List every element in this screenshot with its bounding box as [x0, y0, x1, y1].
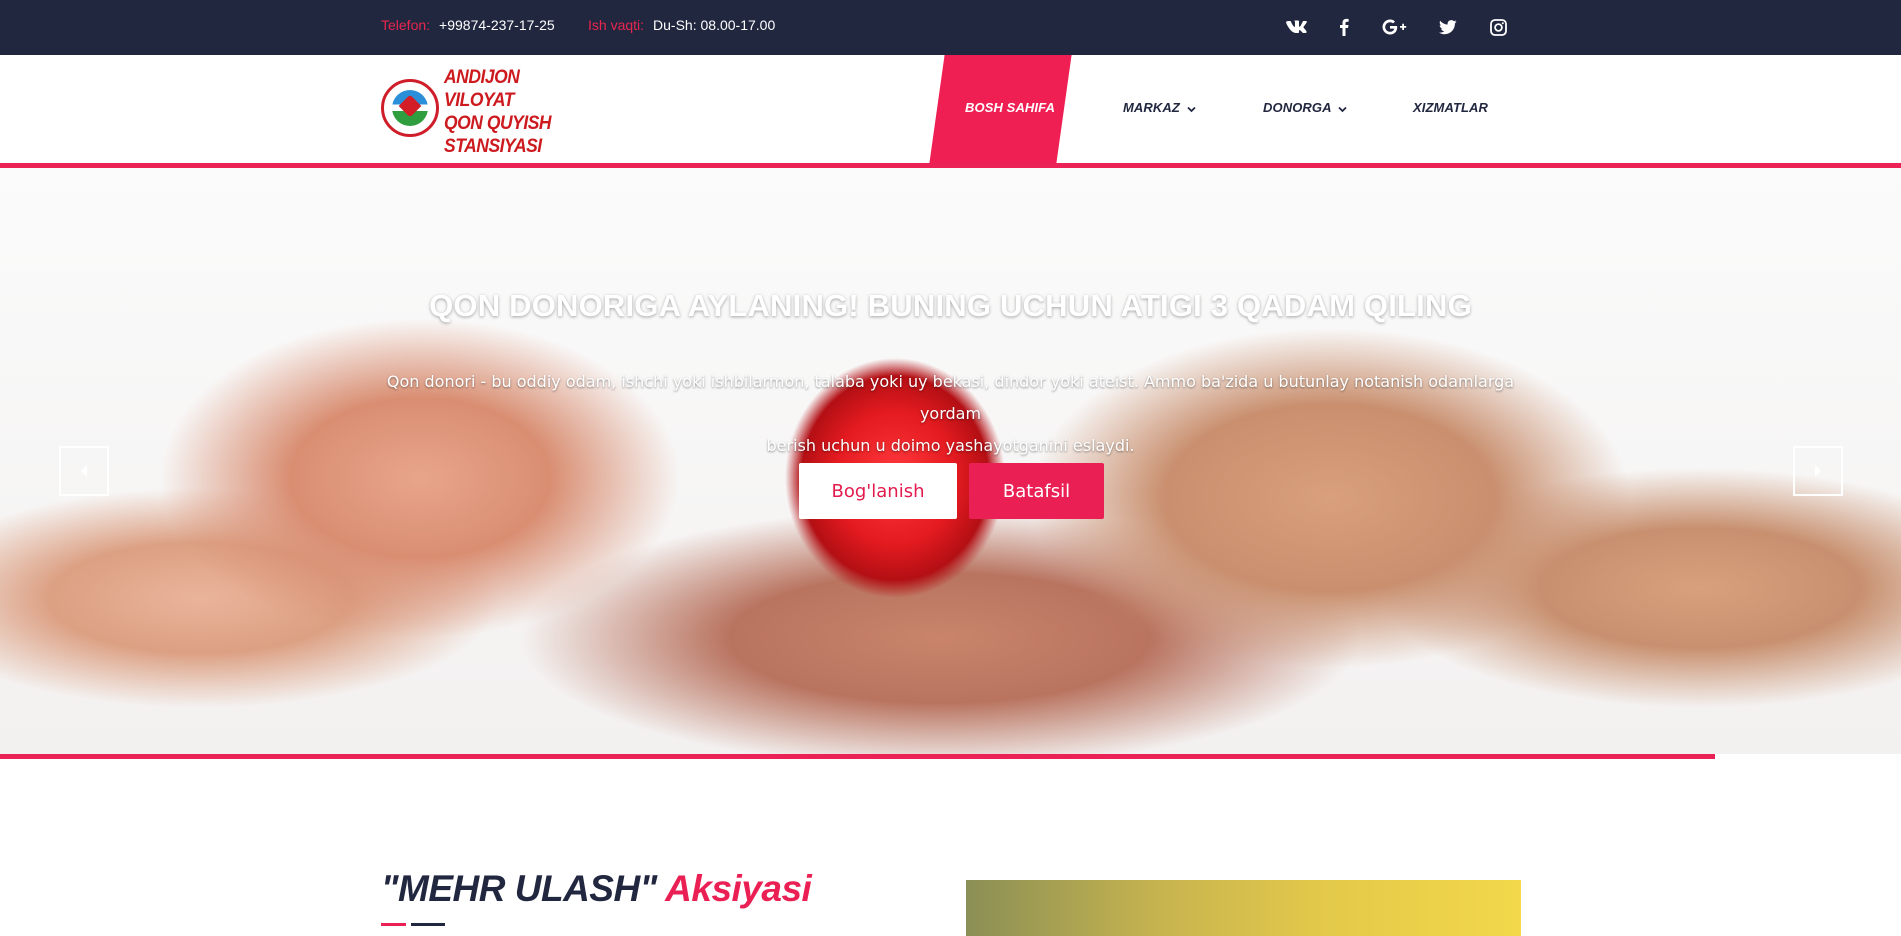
title-underline [411, 923, 445, 926]
hours-label: Ish vaqti: [588, 17, 645, 33]
slider-next-button[interactable] [1793, 446, 1843, 496]
hero-slider: QON DONORIGA AYLANING! BUNING UCHUN ATIG… [0, 168, 1901, 754]
hero-text-line-1: Qon donori - bu oddiy odam, ishchi yoki … [386, 372, 1515, 423]
chevron-down-icon [1184, 104, 1196, 115]
slider-prev-button[interactable] [59, 446, 109, 496]
nav-home[interactable]: BOSH SAHIFA [965, 100, 1055, 115]
nav-xizmatlar[interactable]: XIZMATLAR [1413, 100, 1488, 115]
phone-value[interactable]: +99874-237-17-25 [439, 17, 555, 33]
nav-markaz[interactable]: MARKAZ [1123, 100, 1196, 115]
site-header: ANDIJON VILOYAT QON QUYISH STANSIYASI BO… [0, 55, 1901, 163]
section-title-accent: Aksiyasi [665, 868, 812, 909]
more-button[interactable]: Batafsil [969, 463, 1104, 519]
hero-text: Qon donori - bu oddiy odam, ishchi yoki … [375, 366, 1526, 462]
instagram-icon[interactable] [1484, 13, 1512, 41]
contact-button[interactable]: Bog'lanish [799, 463, 957, 519]
section-title: "MEHR ULASH" Aksiyasi [381, 868, 812, 910]
nav-donorga-label: DONORGA [1263, 100, 1332, 115]
hero-text-line-2: berish uchun u doimo yashayotganini esla… [766, 436, 1135, 455]
section-title-main: "MEHR ULASH" [381, 868, 657, 909]
vk-icon[interactable] [1282, 13, 1310, 41]
hours-value: Du-Sh: 08.00-17.00 [653, 17, 776, 33]
logo-line-1: ANDIJON VILOYAT [444, 67, 520, 111]
section-image [966, 880, 1521, 936]
facebook-icon[interactable] [1330, 13, 1358, 41]
nav-donorga[interactable]: DONORGA [1263, 100, 1348, 115]
slider-progress-bar [0, 754, 1715, 759]
arrow-left-icon [81, 465, 87, 477]
logo-line-3: STANSIYASI [444, 136, 542, 157]
title-underline-accent [381, 923, 406, 926]
twitter-icon[interactable] [1434, 13, 1462, 41]
chevron-down-icon [1336, 104, 1348, 115]
logo-line-2: QON QUYISH [444, 113, 552, 134]
hero-title: QON DONORIGA AYLANING! BUNING UCHUN ATIG… [429, 288, 1472, 323]
phone-info: Telefon: +99874-237-17-25 [381, 17, 555, 33]
hours-info: Ish vaqti: Du-Sh: 08.00-17.00 [588, 17, 775, 33]
nav-markaz-label: MARKAZ [1123, 100, 1180, 115]
top-bar: Telefon: +99874-237-17-25 Ish vaqti: Du-Sh… [0, 0, 1901, 55]
site-logo[interactable]: ANDIJON VILOYAT QON QUYISH STANSIYASI [381, 66, 591, 157]
google-plus-icon[interactable] [1381, 13, 1409, 41]
logo-text: ANDIJON VILOYAT QON QUYISH STANSIYASI [444, 66, 582, 158]
logo-emblem [381, 79, 439, 137]
arrow-right-icon [1815, 465, 1821, 477]
phone-label: Telefon: [381, 17, 431, 33]
